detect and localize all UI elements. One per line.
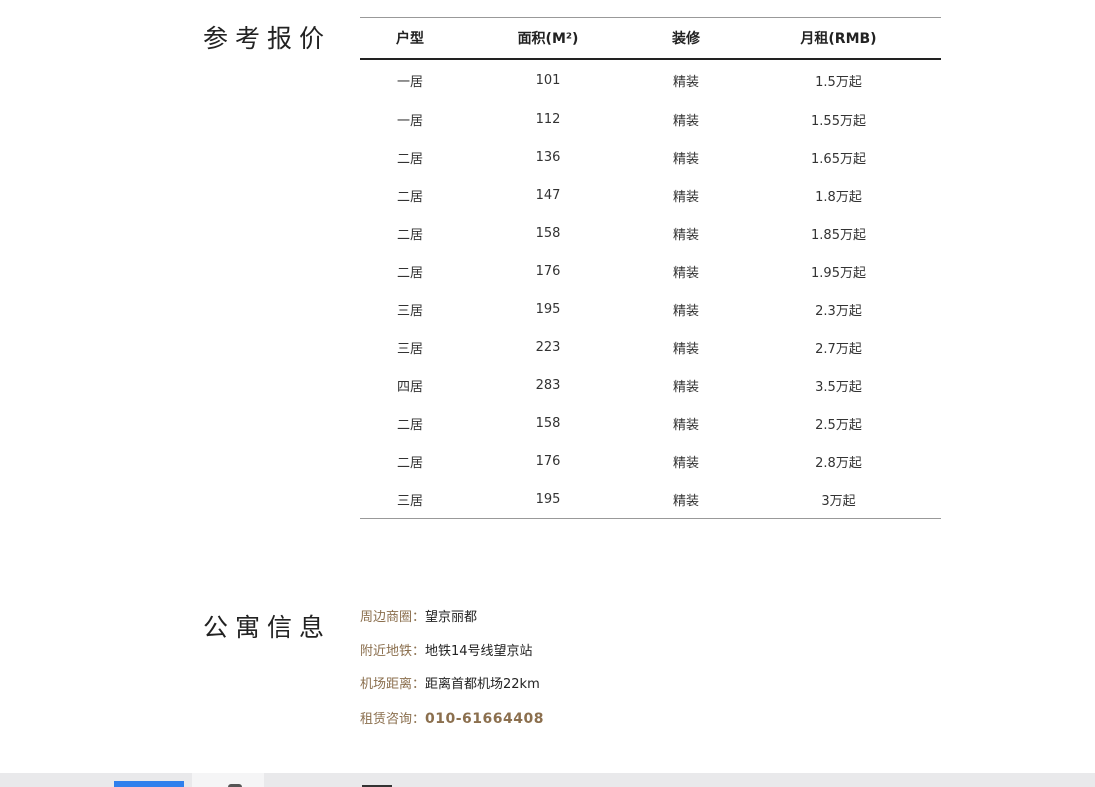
cell-decoration: 精装 [672,417,699,433]
cell-area: 112 [535,111,561,127]
info-item-airport-distance: 机场距离：距离首都机场22km [360,676,544,710]
cell-monthly-rent: 2.3万起 [815,303,862,319]
cell-unit-type: 二居 [396,265,423,281]
cell-area: 136 [535,149,561,165]
cell-unit-type: 三居 [396,493,423,509]
apartment-info-list: 周边商圈：望京丽都 附近地铁：地铁14号线望京站 机场距离：距离首都机场22km… [360,609,544,743]
cell-decoration: 精装 [672,455,699,471]
table-row: 三居 195 精装 2.3万起 [360,290,941,328]
table-row: 二居 158 精装 1.85万起 [360,214,941,252]
cell-monthly-rent: 1.55万起 [811,113,866,129]
cell-monthly-rent: 2.7万起 [815,341,862,357]
info-value: 望京丽都 [425,610,478,625]
cell-area: 195 [535,491,561,507]
info-section-title: 公寓信息 [203,613,332,642]
info-label: 租赁咨询： [360,711,426,727]
cell-unit-type: 二居 [396,227,423,243]
cell-area: 283 [535,377,561,393]
cell-area: 147 [535,187,561,203]
table-row: 四居 283 精装 3.5万起 [360,366,941,404]
cell-unit-type: 三居 [396,303,423,319]
table-row: 三居 195 精装 3万起 [360,480,941,519]
cell-unit-type: 二居 [396,151,423,167]
cell-unit-type: 二居 [396,455,423,471]
cell-monthly-rent: 3.5万起 [815,379,862,395]
phone-number-link[interactable]: 010-61664408 [425,711,544,727]
table-row: 一居 101 精装 1.5万起 [360,59,941,100]
info-value: 距离首都机场22km [425,677,540,693]
cell-monthly-rent: 1.65万起 [811,151,866,167]
cell-unit-type: 一居 [396,113,423,129]
table-row: 二居 136 精装 1.65万起 [360,138,941,176]
cell-area: 195 [535,301,561,317]
cell-area: 158 [535,225,561,241]
cell-decoration: 精装 [672,227,699,243]
cell-monthly-rent: 3万起 [821,493,856,509]
header-monthly-rent: 月租(RMB) [736,17,941,60]
info-label: 附近地铁： [360,643,426,659]
table-row: 二居 147 精装 1.8万起 [360,176,941,214]
cell-area: 176 [535,263,561,279]
header-decoration: 装修 [636,17,736,60]
bottom-tab-active[interactable] [114,781,184,787]
cell-unit-type: 二居 [396,189,423,205]
table-row: 二居 158 精装 2.5万起 [360,404,941,442]
cell-monthly-rent: 1.8万起 [815,189,862,205]
info-label: 机场距离： [360,677,426,693]
header-area: 面积(M²) [460,17,636,60]
cell-decoration: 精装 [672,303,699,319]
cell-unit-type: 一居 [396,74,423,90]
table-row: 三居 223 精装 2.7万起 [360,328,941,366]
header-unit-type: 户型 [360,17,460,60]
cell-monthly-rent: 1.95万起 [811,265,866,281]
cell-decoration: 精装 [672,151,699,167]
table-row: 二居 176 精装 2.8万起 [360,442,941,480]
cell-decoration: 精装 [672,379,699,395]
info-value: 地铁14号线望京站 [425,643,533,659]
cell-area: 101 [535,72,561,88]
info-item-rental-inquiry: 租赁咨询：010-61664408 [360,710,544,744]
cell-decoration: 精装 [672,265,699,281]
price-table: 户型 面积(M²) 装修 月租(RMB) 一居 101 精装 1.5万起 一居 … [360,17,941,519]
cell-unit-type: 四居 [396,379,423,395]
cell-unit-type: 三居 [396,341,423,357]
info-item-subway: 附近地铁：地铁14号线望京站 [360,643,544,677]
cell-monthly-rent: 2.8万起 [815,455,862,471]
cell-area: 176 [535,453,561,469]
info-label: 周边商圈： [360,610,426,625]
price-section-title: 参考报价 [203,24,332,53]
cell-monthly-rent: 1.85万起 [811,227,866,243]
cell-area: 223 [535,339,561,355]
cell-monthly-rent: 2.5万起 [815,417,862,433]
cell-decoration: 精装 [672,341,699,357]
cell-unit-type: 二居 [396,417,423,433]
cell-decoration: 精装 [672,74,699,90]
cell-monthly-rent: 1.5万起 [815,74,862,90]
info-item-business-district: 周边商圈：望京丽都 [360,609,544,643]
table-row: 二居 176 精装 1.95万起 [360,252,941,290]
cell-decoration: 精装 [672,189,699,205]
cell-decoration: 精装 [672,113,699,129]
cell-decoration: 精装 [672,493,699,509]
table-row: 一居 112 精装 1.55万起 [360,100,941,138]
price-table-header-row: 户型 面积(M²) 装修 月租(RMB) [360,17,941,60]
cell-area: 158 [535,415,561,431]
